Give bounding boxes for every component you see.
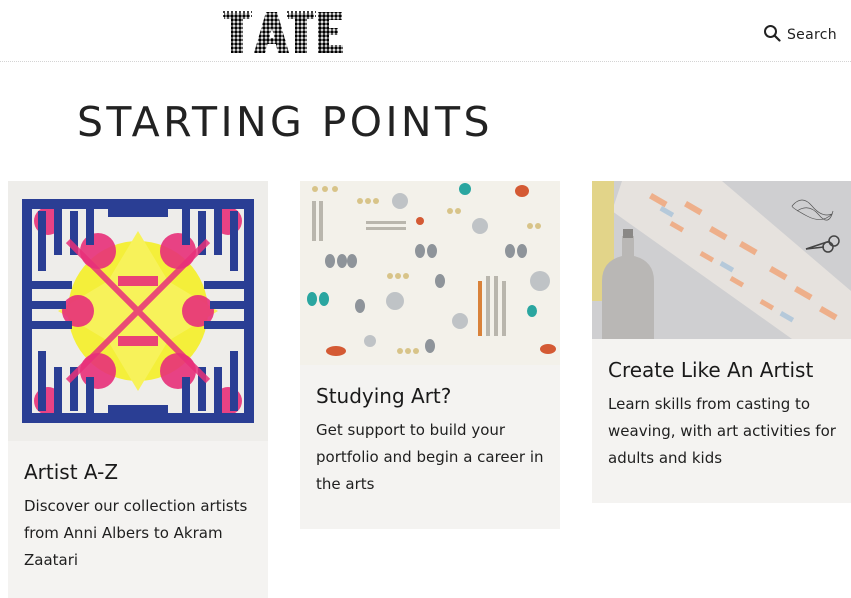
card-description: Discover our collection artists from Ann… — [24, 497, 248, 569]
weaving-activity-image — [592, 181, 851, 339]
card-create-like-an-artist[interactable]: Create Like An Artist Learn skills from … — [592, 181, 851, 503]
card-title: Artist A-Z — [24, 460, 119, 484]
card-title: Studying Art? — [316, 384, 452, 408]
search-label: Search — [787, 27, 837, 43]
artist-a-z-artwork-image — [8, 181, 268, 441]
card-description: Learn skills from casting to weaving, wi… — [608, 395, 836, 467]
page-title: STARTING POINTS — [77, 98, 493, 146]
site-header: Search — [0, 0, 851, 62]
search-icon — [763, 24, 781, 46]
search-button[interactable]: Search — [763, 24, 837, 46]
card-title: Create Like An Artist — [608, 358, 814, 382]
card-description: Get support to build your portfolio and … — [316, 421, 544, 493]
card-studying-art[interactable]: Studying Art? Get support to build your … — [300, 181, 560, 529]
studying-art-artwork-image — [300, 181, 560, 365]
card-artist-a-z[interactable]: Artist A-Z Discover our collection artis… — [8, 181, 268, 598]
tate-logo[interactable] — [222, 6, 344, 56]
